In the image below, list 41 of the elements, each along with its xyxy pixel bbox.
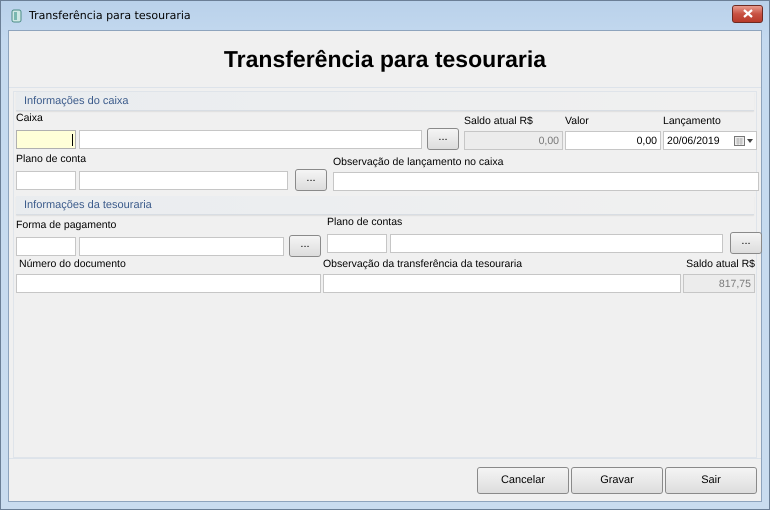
note-field[interactable] xyxy=(323,274,681,293)
balance-field: 0,00 xyxy=(464,131,563,150)
name-field[interactable] xyxy=(79,236,284,256)
code-field[interactable] xyxy=(16,170,76,190)
name-field[interactable] xyxy=(390,234,723,252)
name-field[interactable] xyxy=(79,170,288,190)
field-label: Saldo atual R$ xyxy=(464,115,534,128)
lookup-button[interactable]: ... xyxy=(730,232,762,254)
app-icon xyxy=(11,8,23,22)
lookup-button[interactable]: ... xyxy=(289,235,321,257)
field-label: Lançamento xyxy=(663,115,722,128)
code-field[interactable] xyxy=(327,234,387,252)
dialog-button[interactable]: Gravar xyxy=(571,466,663,494)
field-label: Plano de conta xyxy=(16,153,88,166)
calendar-icon xyxy=(734,136,754,146)
field-label: Caixa xyxy=(16,112,44,125)
balance-field: 817,75 xyxy=(683,274,755,293)
close-icon xyxy=(742,9,752,18)
date-picker[interactable]: 20/06/2019 xyxy=(663,131,757,150)
field-label: Valor xyxy=(565,115,590,128)
code-field[interactable] xyxy=(16,236,76,256)
lookup-button[interactable]: ... xyxy=(295,169,327,191)
name-field[interactable] xyxy=(79,130,422,148)
field-label: Saldo atual R$ xyxy=(686,258,755,271)
amount-field[interactable]: 0,00 xyxy=(565,131,661,150)
field-label: Plano de contas xyxy=(327,216,404,229)
code-field[interactable] xyxy=(16,130,76,148)
field-label: Forma de pagamento xyxy=(16,219,118,232)
dialog-button[interactable]: Sair xyxy=(665,466,757,494)
field-label: Número do documento xyxy=(19,258,127,271)
lookup-button[interactable]: ... xyxy=(427,128,459,150)
dialog-button[interactable]: Cancelar xyxy=(477,466,569,494)
form-heading: Transferência para tesouraria xyxy=(224,46,546,72)
document-number-field[interactable] xyxy=(16,274,321,293)
field-label: Observação da transferência da tesouraria xyxy=(323,258,524,271)
section-title: Informações da tesouraria xyxy=(24,199,152,211)
window-title: Transferência para tesouraria xyxy=(29,9,192,22)
section-title: Informações do caixa xyxy=(24,95,129,107)
note-field[interactable] xyxy=(333,172,759,191)
close-button[interactable] xyxy=(732,4,763,22)
field-label: Observação de lançamento no caixa xyxy=(333,156,504,169)
